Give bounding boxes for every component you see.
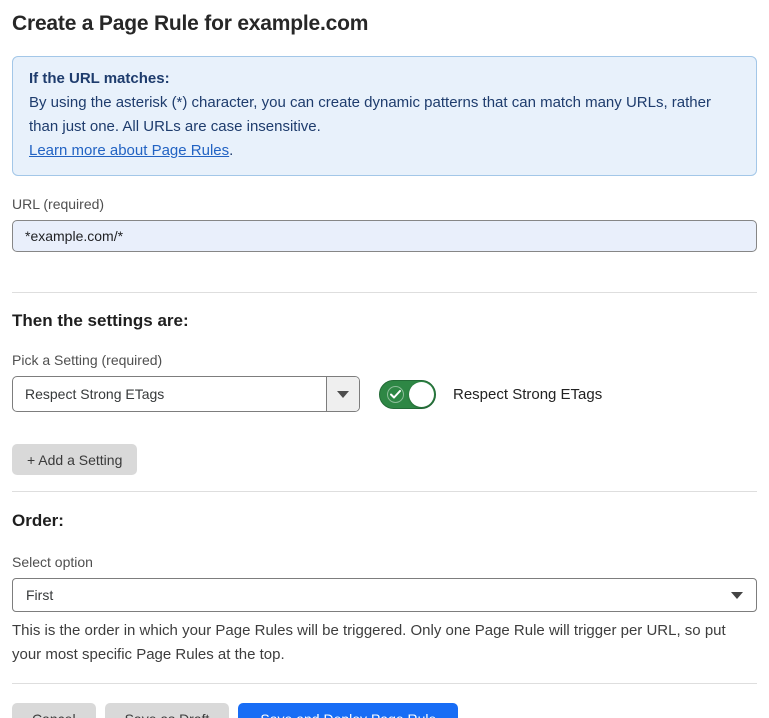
pick-setting-label: Pick a Setting (required) xyxy=(12,352,757,368)
settings-section-heading: Then the settings are: xyxy=(12,311,757,331)
info-box-link-line: Learn more about Page Rules. xyxy=(29,139,740,163)
order-help-text: This is the order in which your Page Rul… xyxy=(12,619,752,667)
url-match-info-box: If the URL matches: By using the asteris… xyxy=(12,56,757,176)
setting-select-arrow-button[interactable] xyxy=(326,377,359,411)
divider xyxy=(12,683,757,684)
setting-select[interactable]: Respect Strong ETags xyxy=(12,376,360,412)
info-box-body: By using the asterisk (*) character, you… xyxy=(29,91,740,139)
learn-more-link[interactable]: Learn more about Page Rules xyxy=(29,142,229,159)
respect-strong-etags-toggle[interactable] xyxy=(379,380,436,409)
order-select-label: Select option xyxy=(12,554,757,570)
info-box-heading: If the URL matches: xyxy=(29,67,740,91)
url-input[interactable] xyxy=(12,220,757,252)
divider xyxy=(12,491,757,492)
url-field-label: URL (required) xyxy=(12,196,757,212)
page-title: Create a Page Rule for example.com xyxy=(12,12,757,36)
save-deploy-button[interactable]: Save and Deploy Page Rule xyxy=(238,703,458,718)
cancel-button[interactable]: Cancel xyxy=(12,703,96,718)
toggle-knob xyxy=(409,382,434,407)
setting-select-value: Respect Strong ETags xyxy=(13,377,326,411)
order-section-heading: Order: xyxy=(12,511,757,531)
chevron-down-icon xyxy=(731,592,743,599)
footer-actions: Cancel Save as Draft Save and Deploy Pag… xyxy=(12,703,757,718)
divider xyxy=(12,292,757,293)
toggle-label: Respect Strong ETags xyxy=(453,386,602,403)
order-select[interactable]: First xyxy=(12,578,757,612)
add-setting-button[interactable]: + Add a Setting xyxy=(12,444,137,475)
chevron-down-icon xyxy=(337,391,349,398)
save-draft-button[interactable]: Save as Draft xyxy=(105,703,230,718)
settings-row: Respect Strong ETags Respect Strong ETag… xyxy=(12,376,757,412)
order-select-value: First xyxy=(26,587,53,603)
link-period: . xyxy=(229,142,233,159)
check-icon xyxy=(387,386,404,403)
